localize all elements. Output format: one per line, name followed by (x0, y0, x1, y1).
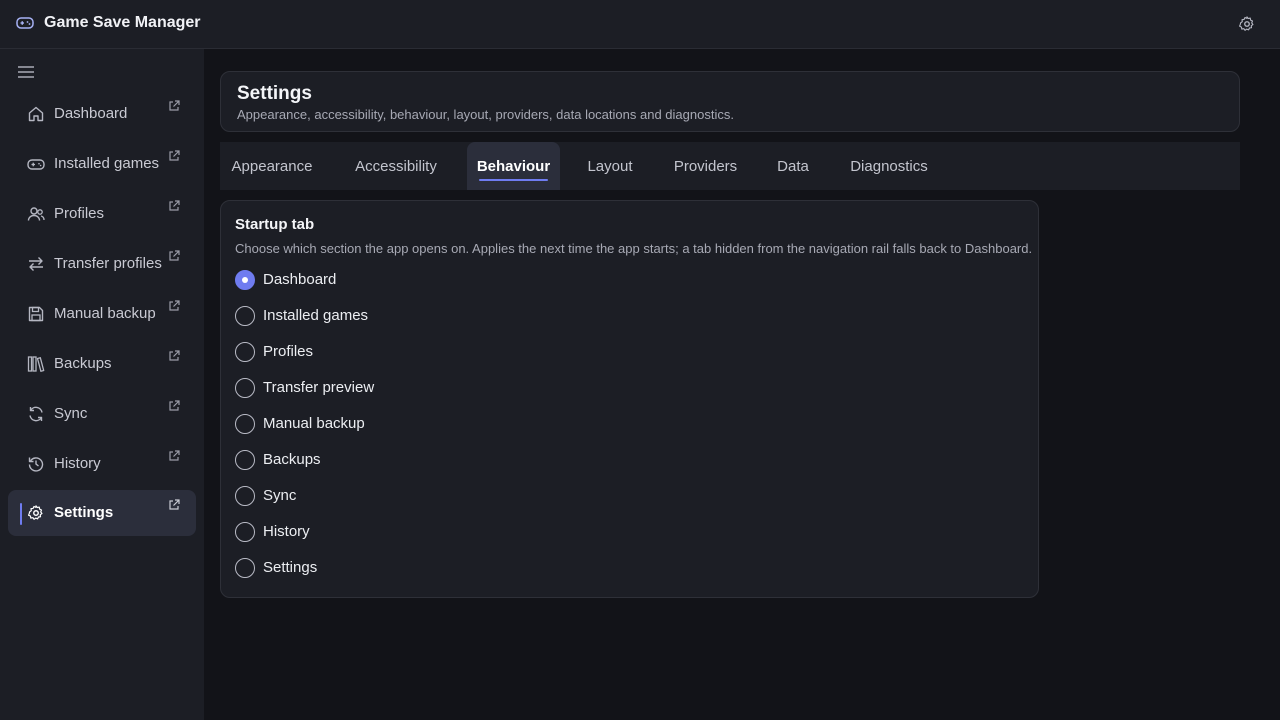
sidebar-item-profiles[interactable]: Profiles (8, 191, 196, 237)
external-link-icon[interactable] (168, 100, 180, 112)
radio-button[interactable] (235, 450, 255, 470)
radio-button[interactable] (235, 414, 255, 434)
radio-label: Dashboard (263, 271, 337, 288)
sidebar-item-transfer-profiles[interactable]: Transfer profiles (8, 241, 196, 287)
radio-label: Sync (263, 487, 297, 504)
radio-option-installed-games[interactable]: Installed games (235, 304, 635, 328)
radio-option-backups[interactable]: Backups (235, 448, 635, 472)
library-icon (27, 356, 45, 372)
sidebar-item-history[interactable]: History (8, 441, 196, 487)
page-title: Settings (237, 83, 312, 104)
tab-label: Data (777, 157, 809, 175)
external-link-icon[interactable] (168, 350, 180, 362)
page-subtitle: Appearance, accessibility, behaviour, la… (237, 107, 734, 122)
settings-tabs: Appearance Accessibility Behaviour Layou… (220, 142, 1240, 190)
sidebar-item-sync[interactable]: Sync (8, 391, 196, 437)
users-icon (27, 207, 45, 221)
radio-option-transfer-preview[interactable]: Transfer preview (235, 376, 635, 400)
top-bar: Game Save Manager (0, 0, 1280, 49)
radio-option-sync[interactable]: Sync (235, 484, 635, 508)
external-link-icon[interactable] (168, 150, 180, 162)
tab-label: Behaviour (476, 157, 551, 175)
radio-label: Backups (263, 451, 321, 468)
sidebar: Dashboard Installed games Profiles Trans… (0, 49, 204, 720)
gear-icon[interactable] (1238, 15, 1256, 33)
sidebar-item-label: Sync (54, 405, 88, 422)
sidebar-item-dashboard[interactable]: Dashboard (8, 91, 196, 137)
app-title: Game Save Manager (44, 14, 201, 31)
refresh-icon (29, 406, 43, 422)
radio-option-profiles[interactable]: Profiles (235, 340, 635, 364)
external-link-icon[interactable] (168, 450, 180, 462)
sidebar-item-label: Backups (54, 355, 112, 372)
radio-button[interactable] (235, 306, 255, 326)
external-link-icon[interactable] (168, 250, 180, 262)
tab-label: Diagnostics (850, 157, 928, 175)
sidebar-item-label: Installed games (54, 155, 160, 172)
radio-label: Settings (263, 559, 318, 576)
sidebar-item-label: Manual backup (54, 305, 156, 322)
radio-option-settings[interactable]: Settings (235, 556, 635, 580)
tab-appearance[interactable]: Appearance (220, 142, 324, 190)
history-icon (28, 457, 44, 472)
tab-diagnostics[interactable]: Diagnostics (836, 142, 942, 190)
sidebar-item-label: Dashboard (54, 105, 128, 122)
tab-label: Layout (587, 157, 633, 175)
external-link-icon[interactable] (168, 300, 180, 312)
sidebar-item-manual-backup[interactable]: Manual backup (8, 291, 196, 337)
radio-option-dashboard[interactable]: Dashboard (235, 268, 635, 292)
external-link-icon[interactable] (168, 200, 180, 212)
save-icon (28, 306, 44, 322)
radio-label: Manual backup (263, 415, 365, 432)
radio-label: Profiles (263, 343, 314, 360)
tab-label: Providers (673, 157, 738, 175)
sidebar-item-label: History (54, 455, 101, 472)
radio-button[interactable] (235, 378, 255, 398)
tab-data[interactable]: Data (765, 142, 821, 190)
section-title: Startup tab (235, 216, 315, 233)
radio-label: Installed games (263, 307, 369, 324)
hamburger-menu-icon[interactable] (18, 65, 34, 79)
settings-header-card: Settings Appearance, accessibility, beha… (220, 71, 1240, 132)
radio-option-history[interactable]: History (235, 520, 635, 544)
tab-accessibility[interactable]: Accessibility (340, 142, 452, 190)
sidebar-item-installed-games[interactable]: Installed games (8, 141, 196, 187)
radio-button[interactable] (235, 522, 255, 542)
sidebar-item-label: Settings (54, 504, 114, 521)
sidebar-item-label: Profiles (54, 205, 105, 222)
tab-layout[interactable]: Layout (574, 142, 646, 190)
sidebar-item-backups[interactable]: Backups (8, 341, 196, 387)
radio-button[interactable] (235, 270, 255, 290)
radio-option-manual-backup[interactable]: Manual backup (235, 412, 635, 436)
gamepad-icon (27, 159, 45, 170)
swap-icon (29, 257, 43, 271)
gear-icon (27, 505, 43, 520)
external-link-icon[interactable] (168, 400, 180, 412)
tab-label: Appearance (231, 157, 313, 175)
radio-button[interactable] (235, 342, 255, 362)
sidebar-item-label: Transfer profiles (54, 255, 162, 272)
radio-label: Transfer preview (263, 379, 375, 396)
tab-label: Accessibility (355, 157, 437, 175)
startup-tab-card: Startup tab Choose which section the app… (220, 200, 1039, 598)
gamepad-icon (16, 17, 34, 29)
section-description: Choose which section the app opens on. A… (235, 241, 1033, 256)
home-icon (28, 106, 44, 122)
sidebar-item-settings[interactable]: Settings (8, 490, 196, 536)
active-indicator (20, 503, 22, 525)
radio-label: History (263, 523, 310, 540)
radio-button[interactable] (235, 486, 255, 506)
radio-button[interactable] (235, 558, 255, 578)
external-link-icon[interactable] (168, 499, 180, 511)
tab-active-underline (479, 179, 548, 181)
tab-providers[interactable]: Providers (660, 142, 751, 190)
tab-behaviour[interactable]: Behaviour (467, 142, 560, 190)
